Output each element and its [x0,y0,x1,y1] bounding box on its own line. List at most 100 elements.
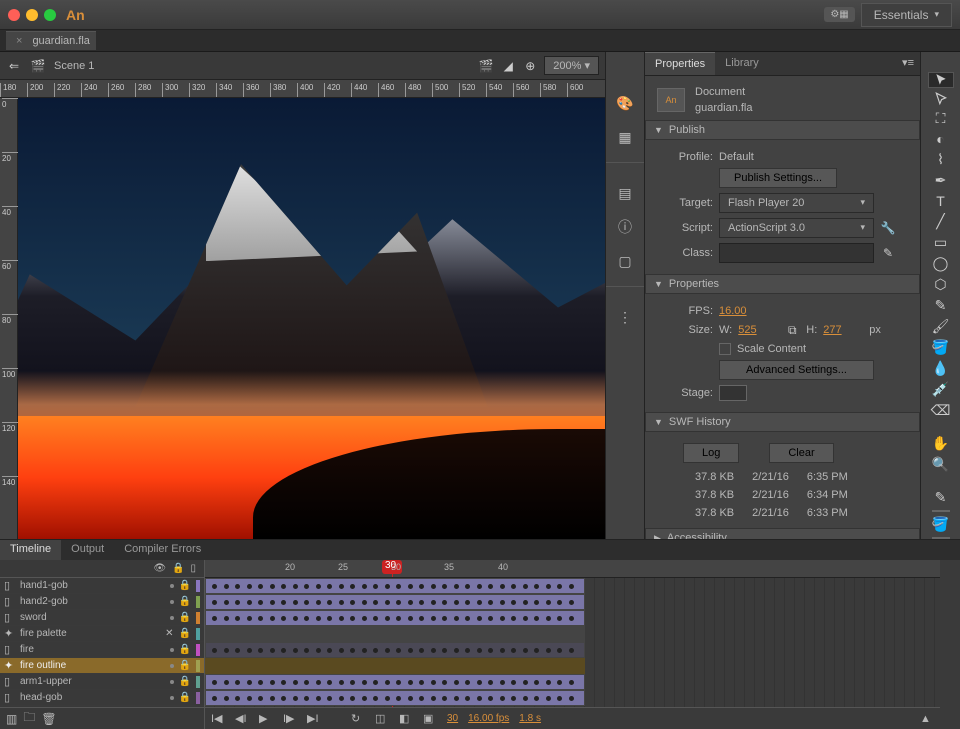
tab-library[interactable]: Library [715,52,769,75]
width-value[interactable]: 525 [738,324,778,336]
edit-symbol-icon[interactable]: ◢ [500,58,516,74]
tab-properties[interactable]: Properties [645,52,715,75]
lock-icon[interactable]: 🔒 [179,612,191,623]
fill-color-swatch[interactable] [932,537,950,539]
tab-timeline[interactable]: Timeline [0,540,61,560]
onion-outline-button[interactable]: ◧ [399,712,413,725]
playhead[interactable]: 30 [392,560,393,577]
align-icon[interactable]: ▤ [616,184,634,202]
layer-row[interactable]: ✦fire palette✕🔒 [0,626,204,642]
scene-name[interactable]: Scene 1 [54,60,94,72]
layer-row[interactable]: ▯fire🔒 [0,642,204,658]
class-input[interactable] [719,243,874,263]
workspace-switcher[interactable]: Essentials ▾ [861,3,952,27]
layer-row[interactable]: ✦fire outline🔒 [0,658,204,674]
properties-section-header[interactable]: ▼Properties [645,274,920,294]
lock-icon[interactable]: 🔒 [179,628,191,639]
zoom-tool[interactable]: 🔍 [928,456,954,473]
onion-skin-button[interactable]: ◫ [375,712,389,725]
lock-icon[interactable]: 🔒 [179,676,191,687]
hand-tool[interactable]: ✋ [928,435,954,452]
lock-column-icon[interactable]: 🔒 [172,563,184,574]
lock-icon[interactable]: 🔒 [179,692,191,703]
components-icon[interactable]: ⋮ [616,308,634,326]
wrench-icon[interactable]: 🔧 [880,220,896,236]
minimize-window-button[interactable] [26,9,38,21]
lock-icon[interactable]: 🔒 [179,644,191,655]
log-button[interactable]: Log [683,443,739,463]
lock-icon[interactable]: 🔒 [179,660,191,671]
back-icon[interactable]: ⇐ [6,58,22,74]
ink-bottle-tool[interactable]: 💧 [928,360,954,377]
stroke-color-swatch[interactable] [932,510,950,512]
fill-color-icon[interactable]: 🪣 [928,516,954,533]
lock-icon[interactable]: 🔒 [179,580,191,591]
advanced-settings-button[interactable]: Advanced Settings... [719,360,874,380]
swf-history-section-header[interactable]: ▼SWF History [645,412,920,432]
frame-ruler[interactable]: 30 2025303540 [205,560,940,578]
tab-output[interactable]: Output [61,540,114,560]
stage-canvas[interactable] [18,98,605,539]
rectangle-tool[interactable]: ▭ [928,234,954,251]
close-tab-icon[interactable]: × [16,35,22,47]
info-icon[interactable]: ⓘ [616,218,634,236]
document-tab[interactable]: × guardian.fla [6,31,96,50]
link-dimensions-icon[interactable]: ⧉ [784,322,800,338]
target-dropdown[interactable]: Flash Player 20▾ [719,193,874,213]
oval-tool[interactable]: ◯ [928,255,954,272]
layer-row[interactable]: ▯hand1-gob🔒 [0,578,204,594]
height-value[interactable]: 277 [823,324,863,336]
outline-column-icon[interactable]: ▯ [190,563,196,574]
line-tool[interactable]: ╱ [928,213,954,230]
pen-tool[interactable]: ✒ [928,172,954,189]
sync-settings-icon[interactable]: ⚙▦ [824,7,854,22]
transform-icon[interactable]: ▢ [616,252,634,270]
prev-frame-button[interactable]: ◀I [235,712,249,725]
maximize-window-button[interactable] [44,9,56,21]
frame-span[interactable] [205,578,585,594]
scale-content-checkbox[interactable] [719,343,731,355]
script-dropdown[interactable]: ActionScript 3.0▾ [719,218,874,238]
stroke-color-icon[interactable]: ✎ [928,489,954,506]
scene-icon[interactable]: 🎬 [30,58,46,74]
frame-span[interactable] [205,642,585,658]
layer-row[interactable]: ▯hand2-gob🔒 [0,594,204,610]
pencil-tool[interactable]: ✎ [928,297,954,314]
lasso-tool[interactable]: ⌇ [928,151,954,168]
new-layer-button[interactable]: ▥ [6,712,17,726]
frame-span[interactable] [205,610,585,626]
selection-tool[interactable] [928,72,954,88]
panel-menu-icon[interactable]: ▾≡ [896,52,920,75]
next-frame-button[interactable]: I▶ [283,712,297,725]
fps-value[interactable]: 16.00 [719,305,747,317]
edit-multiple-button[interactable]: ▣ [423,712,437,725]
new-folder-button[interactable]: 🗀 [23,708,35,729]
eraser-tool[interactable]: ⌫ [928,402,954,419]
edit-scene-icon[interactable]: 🎬 [478,58,494,74]
zoom-slider-icon[interactable]: ▲ [920,713,934,725]
visibility-column-icon[interactable]: 👁 [153,563,166,574]
subselection-tool[interactable] [928,92,954,106]
eyedropper-tool[interactable]: 💉 [928,381,954,398]
publish-settings-button[interactable]: Publish Settings... [719,168,837,188]
pencil-icon[interactable]: ✎ [880,245,896,261]
stage-color-swatch[interactable] [719,385,747,401]
vertical-ruler[interactable]: 020406080100120140 [0,98,18,539]
free-transform-tool[interactable]: ⛶ [928,110,954,127]
delete-layer-button[interactable]: 🗑 [41,712,56,726]
accessibility-section-header[interactable]: ▶Accessibility [645,528,920,539]
layer-row[interactable]: ▯sword🔒 [0,610,204,626]
loop-button[interactable]: ↻ [351,712,365,725]
lock-icon[interactable]: 🔒 [179,596,191,607]
layer-row[interactable]: ▯head-gob🔒 [0,690,204,706]
close-window-button[interactable] [8,9,20,21]
first-frame-button[interactable]: I◀ [211,712,225,725]
tab-compiler-errors[interactable]: Compiler Errors [114,540,211,560]
layer-row[interactable]: ▯arm1-upper🔒 [0,674,204,690]
paint-bucket-tool[interactable]: 🪣 [928,339,954,356]
zoom-dropdown[interactable]: 200% ▾ [544,56,599,75]
clear-button[interactable]: Clear [769,443,833,463]
timeline-scrollbar[interactable] [940,560,960,729]
center-stage-icon[interactable]: ⊕ [522,58,538,74]
horizontal-ruler[interactable]: 1802002202402602803003203403603804004204… [0,80,605,98]
